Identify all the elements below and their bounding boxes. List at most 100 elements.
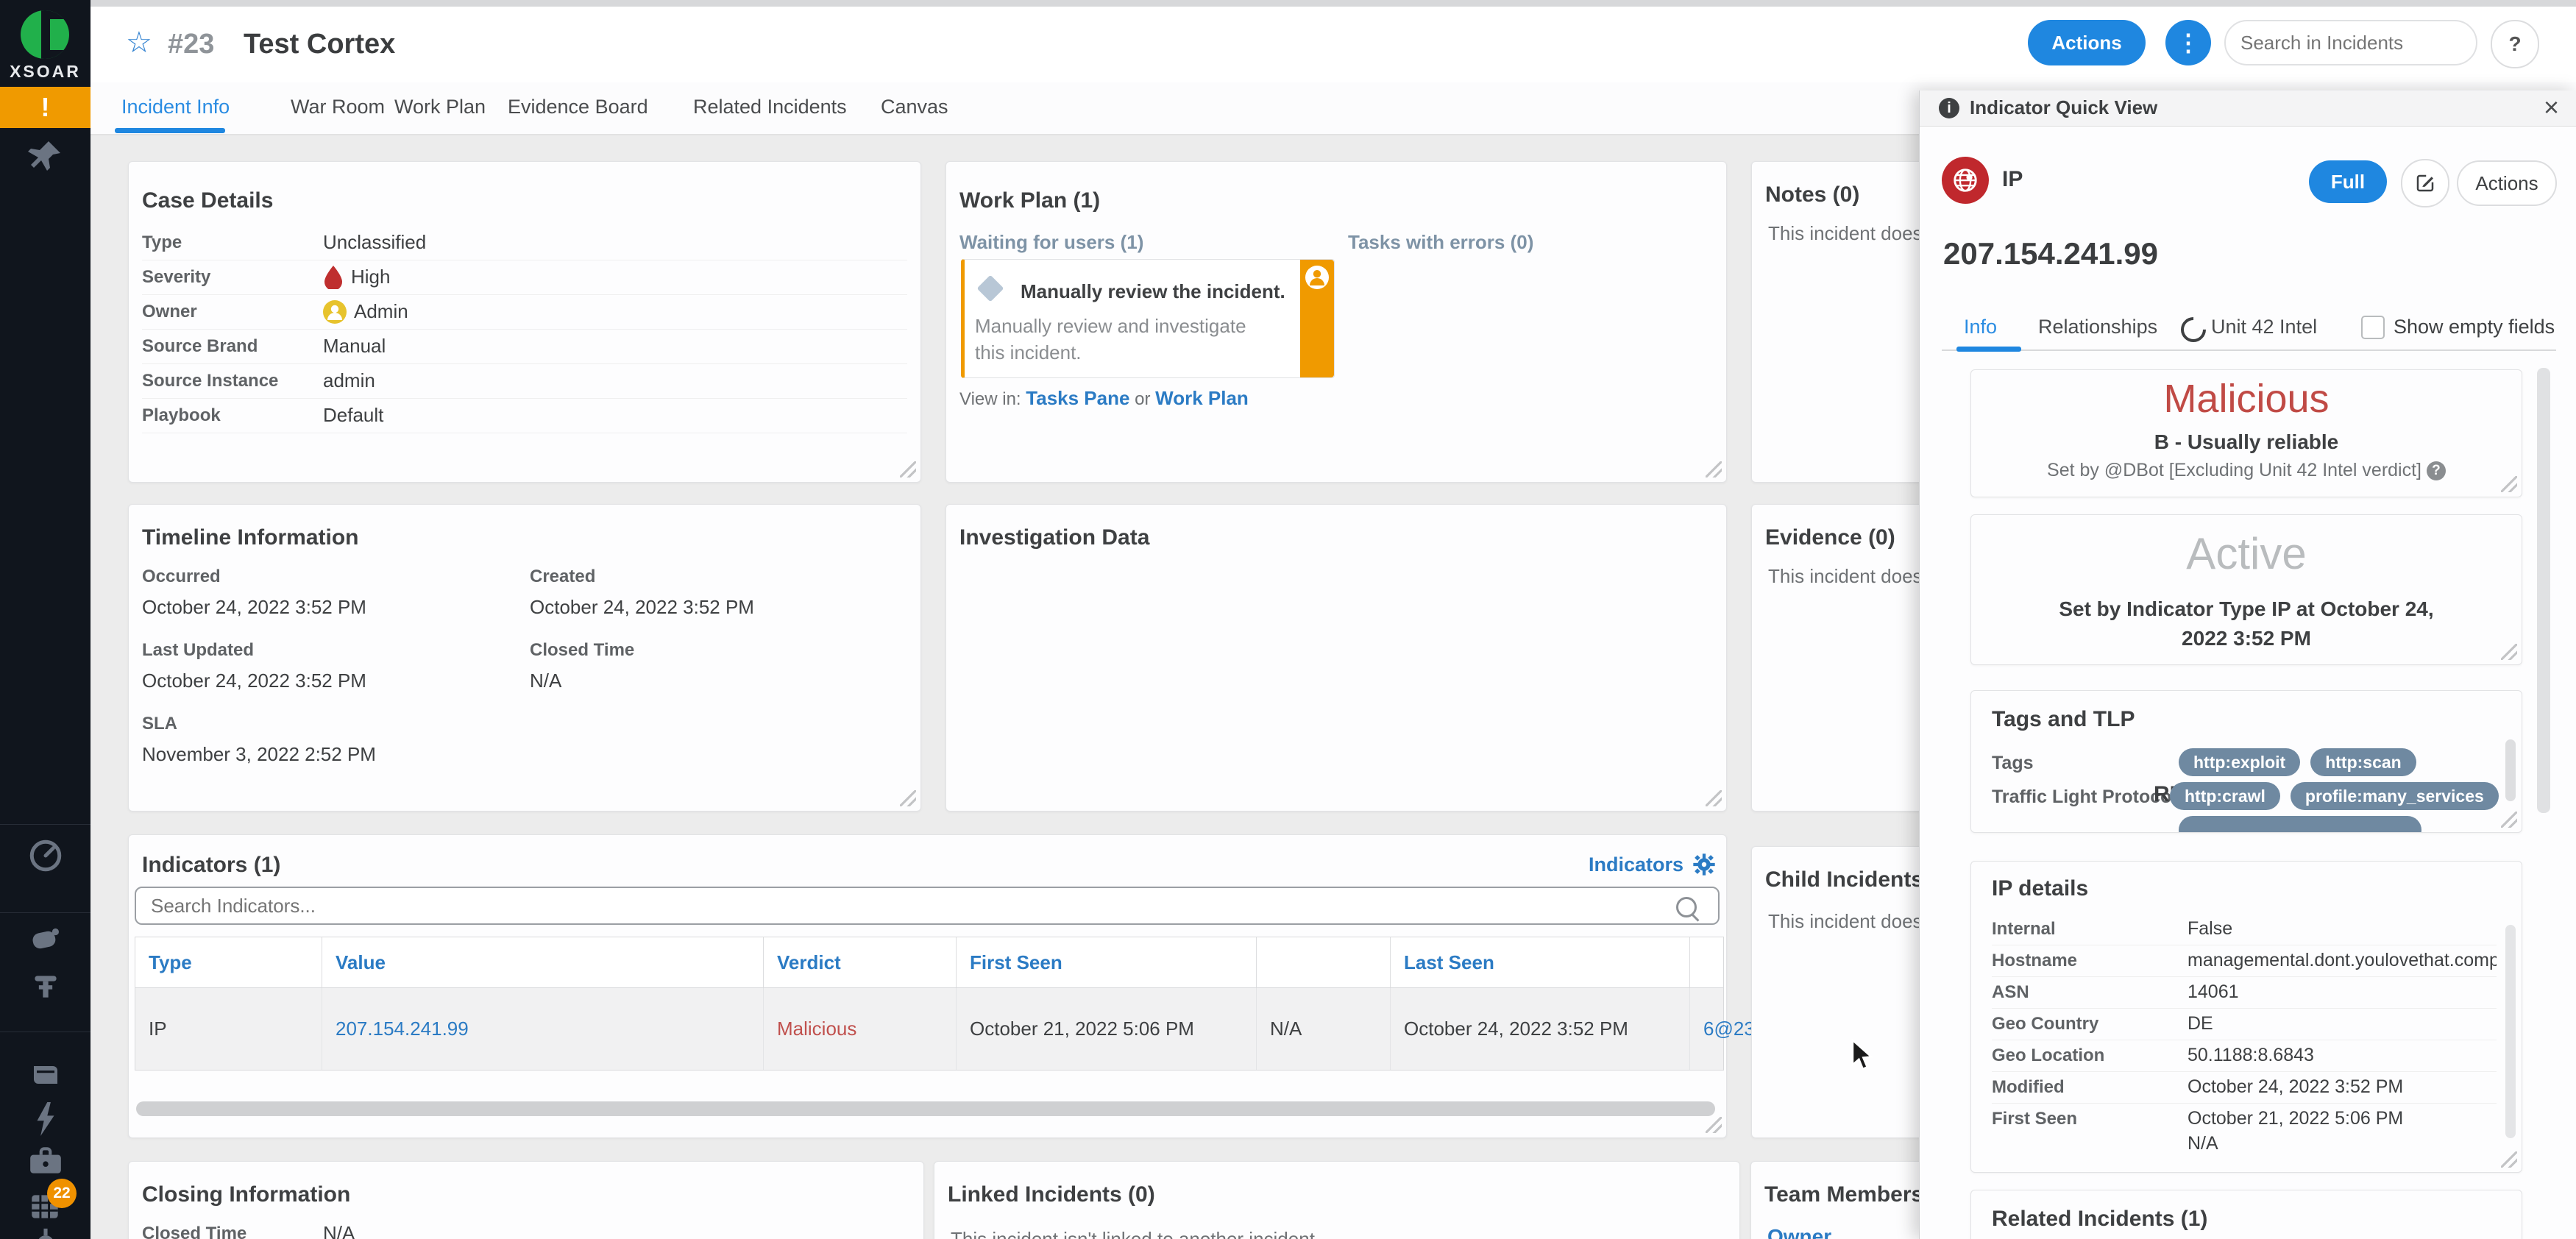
incident-search-input[interactable] (2224, 20, 2477, 65)
card-resize-handle[interactable] (2501, 812, 2517, 828)
xsoar-app: XSOAR ! 22 ☆ #23 Test Cortex Actions ⋮ S… (0, 0, 2576, 1239)
sidebar-item-incidents[interactable]: ! (0, 87, 91, 128)
tab-evidence-board[interactable]: Evidence Board (508, 96, 648, 118)
field-label: Severity (142, 266, 211, 287)
tab-unit42-intel[interactable]: Unit 42 Intel (2211, 316, 2317, 338)
detail-value: managemental.dont.youlovethat.compa (2188, 950, 2497, 970)
card-title: Tags and TLP (1992, 707, 2135, 731)
closing-information-panel: Closing Information Closed Time N/A (128, 1161, 924, 1239)
owner-avatar (323, 299, 347, 324)
favorite-star-icon[interactable]: ☆ (126, 26, 152, 60)
closed-time-value: N/A (530, 670, 562, 692)
sidebar-item-automation[interactable] (0, 926, 91, 955)
col-last-seen[interactable]: Last Seen (1391, 937, 1690, 987)
full-view-button[interactable]: Full (2309, 160, 2387, 203)
info-circle-icon: i (1939, 98, 1959, 118)
col-type[interactable]: Type (135, 937, 322, 987)
table-h-scrollbar[interactable] (136, 1101, 1715, 1116)
tab-canvas[interactable]: Canvas (881, 96, 948, 118)
sidebar-item-dashboard[interactable] (0, 837, 91, 874)
close-icon[interactable]: × (2544, 92, 2559, 123)
detail-value: False (2188, 918, 2233, 939)
panel-resize-handle[interactable] (1706, 790, 1722, 806)
quick-view-scrollbar[interactable] (2537, 368, 2550, 813)
edit-indicator-button[interactable] (2401, 159, 2449, 207)
indicators-settings-link[interactable]: Indicators (1589, 853, 1716, 876)
table-row[interactable]: IP 207.154.241.99 Malicious October 21, … (135, 988, 1853, 1070)
status-set-by: Set by Indicator Type IP at October 24, … (2059, 597, 2434, 650)
task-assignee-strip (1300, 260, 1334, 377)
tags-row-2: http:crawl profile:many_services (2170, 782, 2509, 810)
tags-card-scrollbar[interactable] (2505, 739, 2516, 801)
sidebar-item-marketplace[interactable]: 22 (0, 1179, 91, 1224)
panel-resize-handle[interactable] (900, 461, 916, 478)
panel-resize-handle[interactable] (1706, 1117, 1722, 1133)
indicators-search-input[interactable] (135, 887, 1720, 925)
panel-resize-handle[interactable] (900, 790, 916, 806)
sidebar-item-jobs[interactable] (0, 1145, 91, 1177)
field-value: admin (323, 369, 375, 391)
indicator-actions-button[interactable]: Actions (2457, 160, 2557, 206)
marketplace-badge: 22 (47, 1179, 77, 1208)
sidebar-item-pinned[interactable] (0, 138, 91, 174)
actions-button[interactable]: Actions (2028, 20, 2146, 65)
tab-incident-info[interactable]: Incident Info (121, 96, 230, 118)
col-first-seen[interactable]: First Seen (957, 937, 1257, 987)
severity-flame-icon (324, 265, 342, 289)
tab-relationships[interactable]: Relationships (2038, 316, 2157, 338)
last-updated-value: October 24, 2022 3:52 PM (142, 670, 366, 692)
card-resize-handle[interactable] (2501, 1151, 2517, 1168)
closed-time-label: Closed Time (142, 1224, 247, 1239)
speedometer-icon (29, 839, 61, 872)
table-header-row: Type Value Verdict First Seen Last Seen … (135, 937, 1853, 988)
book-icon (33, 1066, 57, 1084)
sidebar-logo[interactable]: XSOAR (0, 9, 91, 82)
created-label: Created (530, 567, 596, 586)
tags-label: Tags (1992, 753, 2034, 773)
tab-work-plan[interactable]: Work Plan (394, 96, 486, 118)
ip-details-scrollbar[interactable] (2505, 925, 2516, 1138)
tab-war-room[interactable]: War Room (291, 96, 385, 118)
team-owner-link[interactable]: Owner (1767, 1225, 1831, 1239)
work-plan-link[interactable]: Work Plan (1155, 387, 1249, 409)
col-verdict[interactable]: Verdict (764, 937, 957, 987)
col-expiration[interactable] (1257, 937, 1391, 987)
task-card[interactable]: Manually review the incident. Manually r… (961, 259, 1335, 378)
status-value: Active (2186, 529, 2307, 578)
tasks-pane-link[interactable]: Tasks Pane (1026, 387, 1129, 409)
panel-title: Indicators (1) (142, 853, 281, 877)
tab-info[interactable]: Info (1964, 316, 1997, 338)
sidebar-item-settings[interactable] (0, 1227, 91, 1239)
indicators-link-label[interactable]: Indicators (1589, 853, 1683, 876)
panel-resize-handle[interactable] (1706, 461, 1722, 478)
indicators-gear-icon[interactable] (1692, 853, 1716, 876)
or-label: or (1135, 389, 1151, 409)
card-resize-handle[interactable] (2501, 644, 2517, 660)
tab-related-incidents[interactable]: Related Incidents (693, 96, 847, 118)
help-button[interactable]: ? (2491, 20, 2539, 68)
panel-title: Closing Information (142, 1182, 351, 1207)
detail-value: DE (2188, 1013, 2213, 1034)
indicator-quick-view-panel: i Indicator Quick View × IP Full Actions… (1919, 90, 2576, 1239)
cell-value[interactable]: 207.154.241.99 (322, 988, 764, 1070)
sidebar-item-marketplace-pin[interactable] (0, 970, 91, 1004)
field-value: Default (323, 404, 384, 426)
window-top-strip (91, 0, 2576, 7)
question-icon[interactable]: ? (2426, 461, 2446, 481)
sidebar-item-playbooks[interactable] (0, 1059, 91, 1090)
kebab-menu-button[interactable]: ⋮ (2165, 20, 2211, 65)
status-card: Active Set by Indicator Type IP at Octob… (1970, 514, 2522, 665)
xsoar-logo-icon (21, 10, 69, 59)
panel-title: Evidence (0) (1765, 525, 1895, 550)
rocket-icon (32, 928, 59, 949)
incident-header: ☆ #23 Test Cortex Actions ⋮ ? (91, 7, 2576, 82)
detail-value: 14061 (2188, 981, 2239, 1002)
timeline-panel: Timeline Information Occurred October 24… (128, 504, 921, 812)
xsoar-logo-text: XSOAR (10, 62, 81, 81)
gear-icon (38, 1228, 52, 1239)
field-label: Source Instance (142, 370, 279, 391)
show-empty-fields-checkbox[interactable] (2361, 316, 2385, 339)
sidebar-item-automations[interactable] (0, 1102, 91, 1136)
card-resize-handle[interactable] (2501, 476, 2517, 492)
col-value[interactable]: Value (322, 937, 764, 987)
